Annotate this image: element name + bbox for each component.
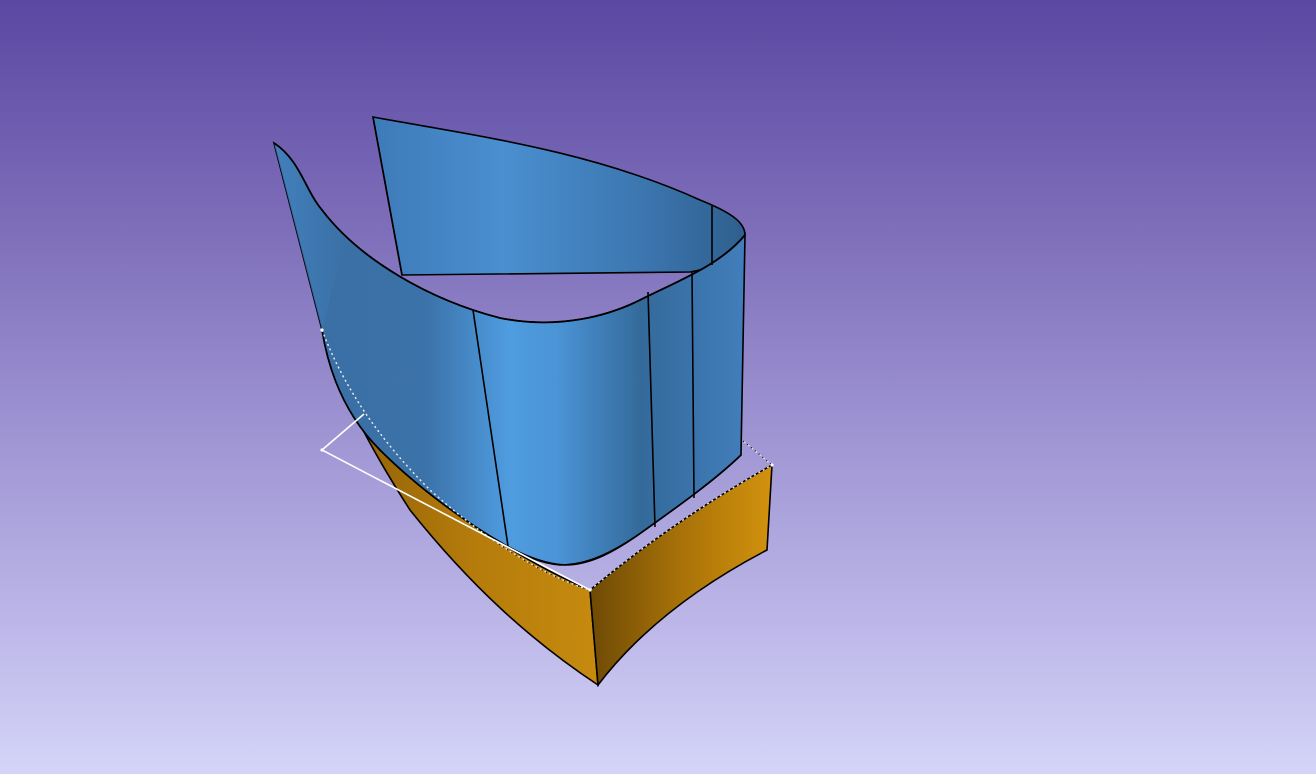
sketch-vertex-2[interactable] (588, 588, 592, 592)
3d-viewport[interactable] (0, 0, 1316, 774)
blue-wall[interactable] (272, 116, 746, 566)
sketch-vertex-1[interactable] (320, 448, 324, 452)
3d-scene[interactable] (0, 0, 1316, 774)
sketch-vertex-4[interactable] (320, 328, 324, 332)
blue-wall-back-panel[interactable] (372, 116, 746, 276)
sketch-vertex-3[interactable] (770, 463, 774, 467)
